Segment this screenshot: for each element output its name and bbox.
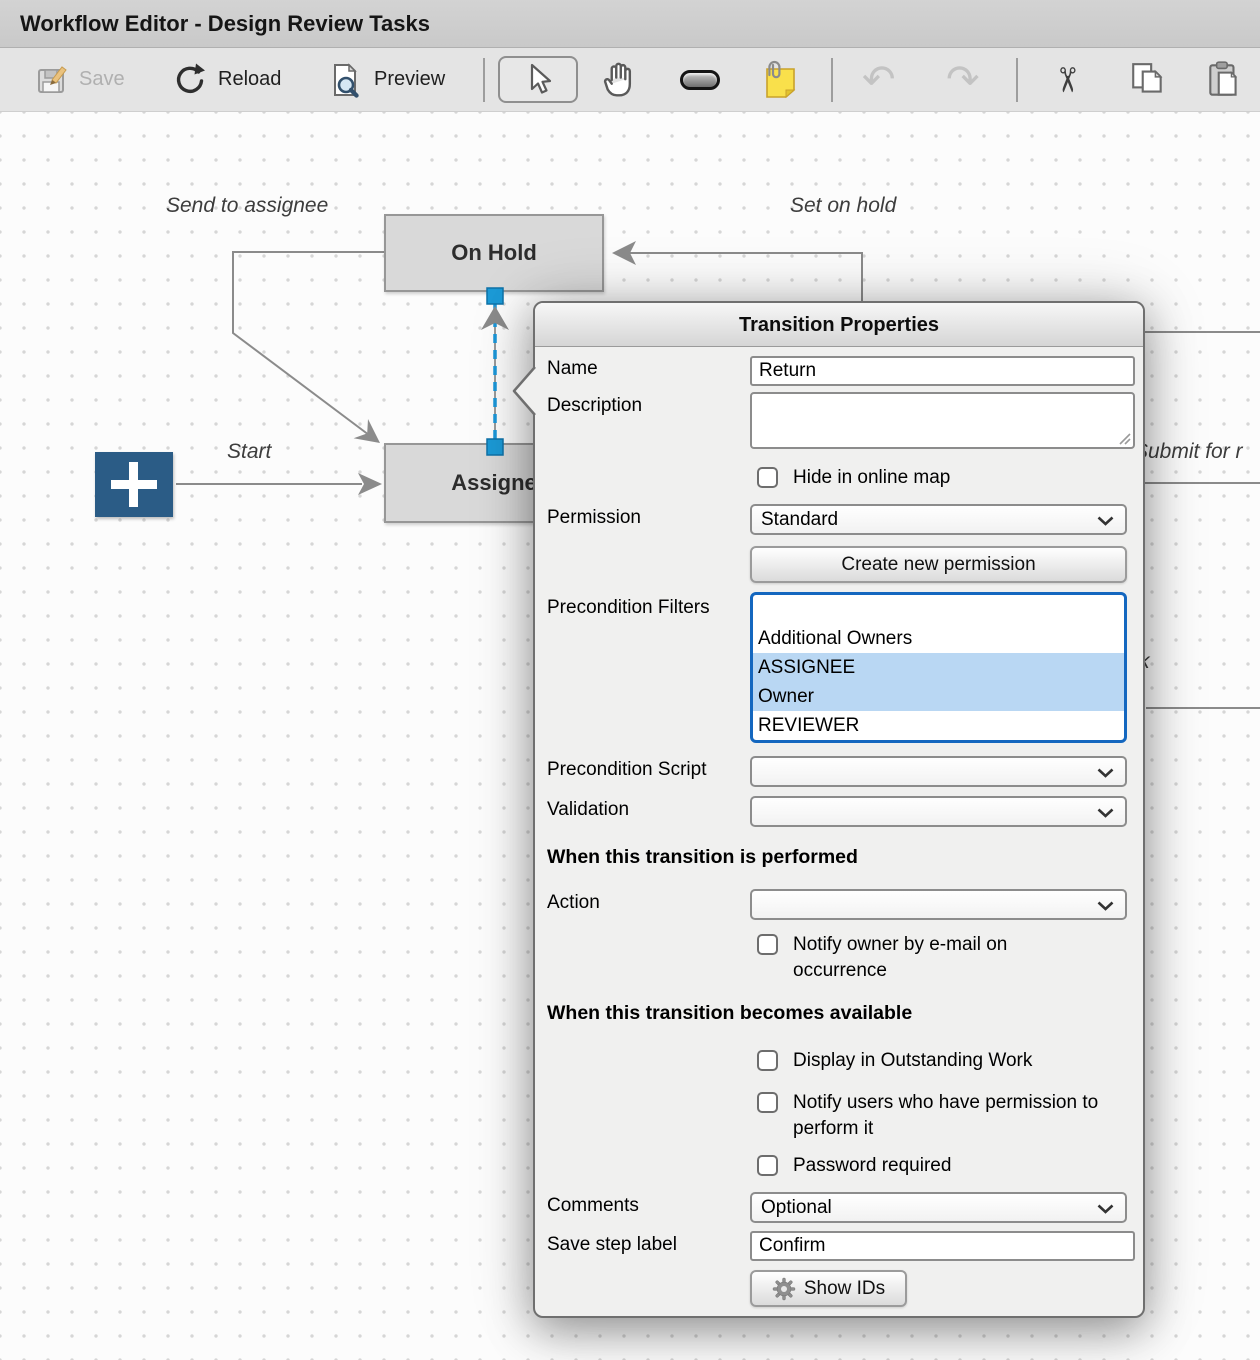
- save-label: Save: [79, 68, 125, 91]
- toolbar-separator: [1016, 58, 1018, 102]
- description-label: Description: [547, 395, 642, 417]
- list-item[interactable]: [753, 595, 1124, 624]
- list-item[interactable]: REVIEWER: [753, 711, 1124, 740]
- redo-icon: ↷: [946, 60, 980, 100]
- name-label: Name: [547, 358, 598, 380]
- node-assigned-label: Assigne: [451, 470, 537, 496]
- comments-label: Comments: [547, 1195, 639, 1217]
- notify-users-label: Notify users who have permission to perf…: [793, 1090, 1138, 1142]
- node-on-hold[interactable]: On Hold: [384, 214, 604, 292]
- undo-button[interactable]: ↶: [862, 60, 896, 100]
- precondition-script-select[interactable]: [750, 756, 1127, 787]
- hide-in-online-map-checkbox[interactable]: [757, 467, 778, 488]
- chevron-down-icon: [1097, 1204, 1114, 1214]
- list-item[interactable]: Additional Owners: [753, 624, 1124, 653]
- description-textarea[interactable]: [750, 392, 1135, 449]
- step-node-icon: [680, 70, 720, 90]
- edge-label-submit-for: Submit for r: [1134, 440, 1243, 464]
- precondition-filters-listbox: Additional Owners ASSIGNEE Owner REVIEWE…: [750, 592, 1127, 743]
- create-new-permission-button[interactable]: Create new permission: [750, 546, 1127, 583]
- preview-icon: [328, 62, 364, 98]
- comments-value: Optional: [761, 1197, 832, 1219]
- reload-label: Reload: [218, 68, 281, 91]
- preview-button[interactable]: Preview: [328, 62, 445, 98]
- precondition-filters-label: Precondition Filters: [547, 597, 710, 619]
- list-item-selected[interactable]: Owner: [753, 682, 1124, 711]
- toolbar-separator: [483, 58, 485, 102]
- edge-label-send-to-assignee: Send to assignee: [166, 194, 328, 218]
- pan-tool-button[interactable]: [598, 60, 640, 100]
- password-required-label: Password required: [793, 1153, 951, 1179]
- chevron-down-icon: [1097, 808, 1114, 818]
- chevron-down-icon: [1097, 516, 1114, 526]
- create-new-permission-label: Create new permission: [841, 554, 1035, 576]
- name-input[interactable]: [750, 356, 1135, 386]
- hide-in-online-map-label: Hide in online map: [793, 465, 950, 491]
- notify-users-checkbox[interactable]: [757, 1092, 778, 1113]
- show-ids-label: Show IDs: [804, 1278, 885, 1300]
- add-note-tool-button[interactable]: [760, 60, 800, 100]
- description-field: [750, 392, 1135, 449]
- scissors-icon: ✂: [1046, 65, 1086, 94]
- paste-button[interactable]: [1206, 60, 1242, 100]
- list-item-selected[interactable]: ASSIGNEE: [753, 653, 1124, 682]
- validation-select[interactable]: [750, 796, 1127, 827]
- add-step-tool-button[interactable]: [680, 70, 720, 90]
- permission-select[interactable]: Standard: [750, 504, 1127, 535]
- save-icon: [35, 63, 69, 97]
- hand-icon: [598, 60, 640, 100]
- redo-button[interactable]: ↷: [946, 60, 980, 100]
- edge-label-set-on-hold: Set on hold: [790, 194, 896, 218]
- toolbar: Save Reload Preview: [0, 48, 1260, 112]
- chevron-down-icon: [1097, 901, 1114, 911]
- gear-icon: [772, 1277, 796, 1301]
- validation-label: Validation: [547, 799, 629, 821]
- cursor-icon: [523, 62, 553, 98]
- copy-icon: [1130, 61, 1166, 99]
- display-outstanding-work-label: Display in Outstanding Work: [793, 1048, 1032, 1074]
- edge-label-start: Start: [227, 440, 271, 464]
- select-tool-button[interactable]: [498, 56, 578, 103]
- cut-button[interactable]: ✂: [1052, 60, 1081, 100]
- password-required-checkbox[interactable]: [757, 1155, 778, 1176]
- paste-icon: [1206, 60, 1242, 100]
- reload-icon: [172, 62, 208, 98]
- save-step-label: Save step label: [547, 1234, 677, 1256]
- performed-section-heading: When this transition is performed: [547, 846, 858, 869]
- notify-owner-label: Notify owner by e-mail on occurrence: [793, 932, 1103, 984]
- action-select[interactable]: [750, 889, 1127, 920]
- precondition-script-label: Precondition Script: [547, 759, 706, 781]
- plus-icon: [129, 462, 138, 507]
- dialog-callout-notch: [511, 365, 536, 417]
- window-title: Workflow Editor - Design Review Tasks: [0, 0, 1260, 48]
- display-outstanding-work-checkbox[interactable]: [757, 1050, 778, 1071]
- dialog-title[interactable]: Transition Properties: [535, 303, 1143, 347]
- undo-icon: ↶: [862, 60, 896, 100]
- transition-properties-dialog: Transition Properties Name Description H…: [533, 301, 1145, 1318]
- permission-value: Standard: [761, 509, 838, 531]
- preview-label: Preview: [374, 68, 445, 91]
- action-label: Action: [547, 892, 600, 914]
- save-button[interactable]: Save: [35, 63, 125, 97]
- node-on-hold-label: On Hold: [451, 240, 537, 266]
- sticky-note-icon: [760, 60, 800, 100]
- comments-select[interactable]: Optional: [750, 1192, 1127, 1223]
- chevron-down-icon: [1097, 768, 1114, 778]
- save-step-input[interactable]: [750, 1231, 1135, 1261]
- toolbar-separator: [831, 58, 833, 102]
- show-ids-button[interactable]: Show IDs: [750, 1270, 907, 1307]
- permission-label: Permission: [547, 507, 641, 529]
- copy-button[interactable]: [1130, 61, 1166, 99]
- notify-owner-checkbox[interactable]: [757, 934, 778, 955]
- available-section-heading: When this transition becomes available: [547, 1002, 912, 1025]
- node-start[interactable]: [95, 452, 173, 517]
- reload-button[interactable]: Reload: [172, 62, 281, 98]
